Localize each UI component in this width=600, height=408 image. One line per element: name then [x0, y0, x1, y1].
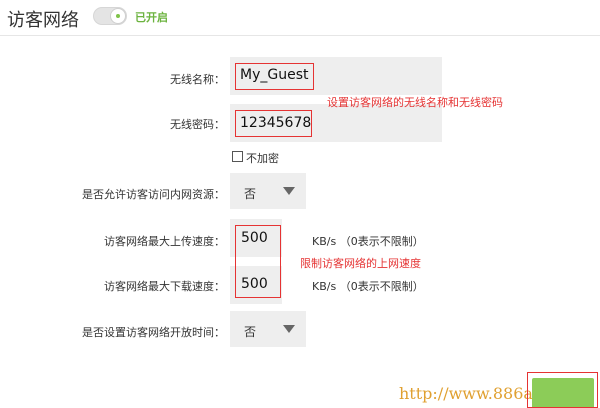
annotation-ssid-password: 设置访客网络的无线名称和无线密码 [327, 96, 503, 109]
toggle-status-text: 已开启 [135, 11, 168, 24]
chevron-down-icon [283, 325, 295, 333]
speed-highlight-frame [235, 225, 281, 298]
page-title: 访客网络 [7, 10, 79, 31]
page-header: 访客网络 已开启 [0, 0, 600, 36]
download-speed-unit: KB/s （0表示不限制） [312, 280, 424, 293]
ssid-label: 无线名称： [170, 73, 225, 86]
save-highlight-frame [527, 372, 598, 408]
toggle-knob [110, 8, 126, 24]
allow-intranet-value: 否 [244, 187, 257, 201]
password-label: 无线密码： [170, 118, 225, 131]
annotation-speed: 限制访客网络的上网速度 [300, 257, 421, 270]
allow-intranet-label: 是否允许访客访问内网资源： [82, 188, 225, 201]
upload-speed-unit: KB/s （0表示不限制） [312, 235, 424, 248]
no-encrypt-label: 不加密 [246, 152, 279, 165]
guest-network-toggle[interactable] [93, 7, 127, 25]
toggle-on-indicator [116, 14, 120, 18]
chevron-down-icon [283, 187, 295, 195]
upload-speed-label: 访客网络最大上传速度： [104, 235, 225, 248]
schedule-label: 是否设置访客网络开放时间： [82, 326, 225, 339]
schedule-value: 否 [244, 325, 257, 339]
no-encrypt-checkbox[interactable] [232, 151, 243, 162]
ssid-highlight-frame [235, 63, 314, 90]
password-highlight-frame [235, 110, 312, 137]
download-speed-label: 访客网络最大下载速度： [104, 280, 225, 293]
